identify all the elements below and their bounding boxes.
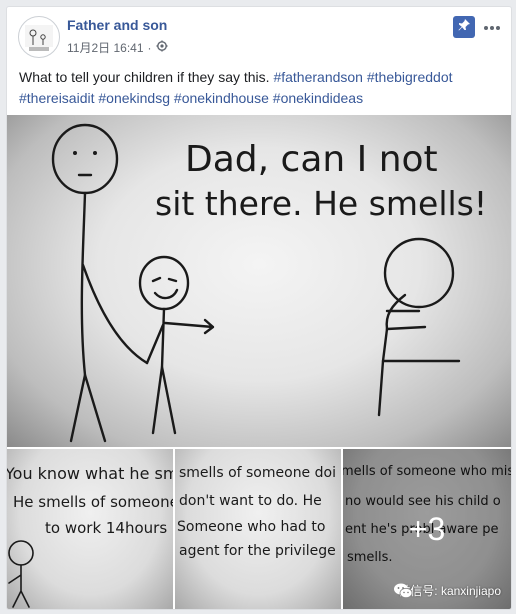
thumb-2-line4: agent for the privilege (179, 543, 336, 559)
thumb-2-line3: Someone who had to (177, 519, 325, 535)
pin-button[interactable] (453, 16, 475, 38)
post-header: Father and son 11月2日 16:41 · (7, 7, 511, 65)
thumb-1-line2: He smells of someone (13, 493, 173, 511)
child-head (138, 255, 190, 311)
thumbnail-photo-2[interactable]: smells of someone doi don't want to do. … (175, 449, 341, 609)
caption-text: What to tell your children if they say t… (19, 69, 274, 85)
post-caption: What to tell your children if they say t… (19, 67, 505, 109)
post-meta: 11月2日 16:41 · (67, 39, 168, 56)
more-options-button[interactable] (481, 17, 503, 37)
watermark-text: 微信号: kanxinjiapo (398, 584, 501, 598)
page-name-link[interactable]: Father and son (67, 17, 167, 33)
main-photo-line1: Dad, can I not (185, 139, 438, 180)
hashtag-link[interactable]: #fatherandson (273, 69, 363, 85)
hashtag-link[interactable]: #thereisaidit (19, 90, 95, 106)
thumb-2-line1: smells of someone doi (179, 465, 336, 481)
pin-icon (457, 18, 471, 37)
thumb-2-line2: don't want to do. He (179, 493, 322, 509)
post-card: Father and son 11月2日 16:41 · What to tel… (6, 6, 512, 610)
sitting-man-head (383, 237, 455, 309)
more-photos-count: +3 (408, 510, 446, 547)
hashtag-link[interactable]: #thebigreddot (367, 69, 453, 85)
hashtag-link[interactable]: #onekindsg (98, 90, 170, 106)
hashtag-link[interactable]: #onekindideas (273, 90, 363, 106)
more-icon (483, 18, 501, 36)
father-head (51, 123, 119, 195)
thumb-1-line3: to work 14hours (45, 519, 167, 537)
meta-separator: · (147, 40, 152, 55)
main-photo[interactable]: Dad, can I not sit there. He smells! (7, 115, 511, 447)
hashtag-link[interactable]: #onekindhouse (174, 90, 269, 106)
thumbnail-photo-1[interactable]: You know what he sme He smells of someon… (7, 449, 173, 609)
main-photo-line2: sit there. He smells! (155, 184, 487, 223)
wechat-watermark: 微信号: kanxinjiapo (393, 582, 501, 599)
globe-icon[interactable] (156, 40, 168, 55)
page-avatar[interactable] (18, 16, 60, 58)
thumbnail-photo-3[interactable]: mells of someone who misse no would see … (343, 449, 511, 609)
thumb-1-line1: You know what he sme (7, 464, 173, 483)
post-timestamp[interactable]: 11月2日 16:41 (67, 39, 144, 56)
